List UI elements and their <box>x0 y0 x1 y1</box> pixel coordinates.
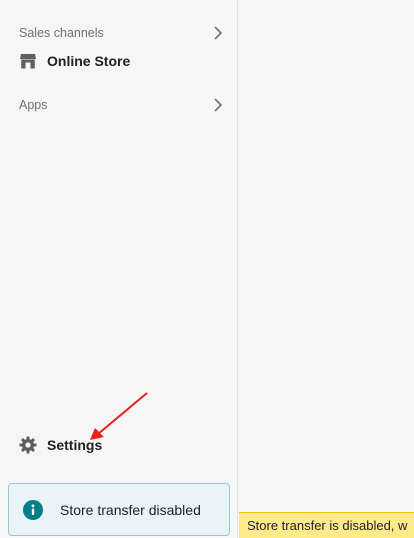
sidebar-item-label: Settings <box>47 437 103 453</box>
main-content <box>239 0 414 538</box>
banner-text: Store transfer is disabled, w <box>247 518 408 533</box>
sidebar: Sales channels Online Store Apps Setting… <box>0 0 238 538</box>
sales-channels-header[interactable]: Sales channels <box>19 22 224 44</box>
store-transfer-banner: Store transfer is disabled, w <box>239 512 414 538</box>
apps-label: Apps <box>19 98 48 112</box>
apps-header[interactable]: Apps <box>19 94 224 116</box>
sidebar-item-online-store[interactable]: Online Store <box>19 49 224 73</box>
sales-channels-label: Sales channels <box>19 26 104 40</box>
chevron-right-icon[interactable] <box>212 98 224 112</box>
sidebar-item-settings[interactable]: Settings <box>19 433 224 457</box>
gear-icon <box>19 436 37 454</box>
sidebar-item-label: Online Store <box>47 53 131 69</box>
store-icon <box>19 52 37 70</box>
chevron-right-icon[interactable] <box>212 26 224 40</box>
store-transfer-card: Store transfer disabled <box>8 483 230 536</box>
app-root: Sales channels Online Store Apps Setting… <box>0 0 414 538</box>
store-transfer-status: Store transfer disabled <box>60 501 201 518</box>
info-icon <box>23 499 43 520</box>
